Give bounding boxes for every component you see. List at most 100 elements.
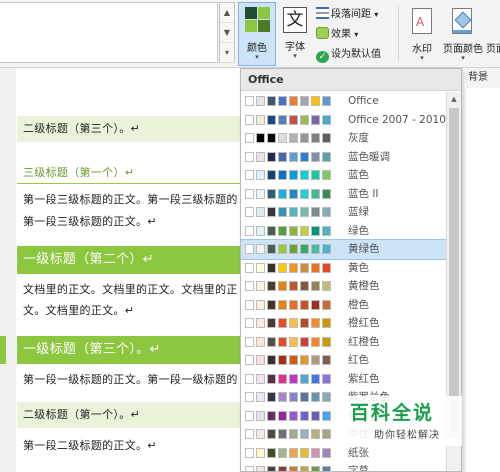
gallery-scroll-up[interactable]: ▲	[220, 3, 234, 23]
color-swatch	[267, 151, 276, 162]
color-swatch	[289, 281, 298, 291]
theme-color-item[interactable]: 黄橙色	[241, 277, 447, 296]
theme-color-item[interactable]: 字幕	[241, 462, 447, 471]
color-swatch	[278, 318, 287, 328]
color-swatch	[278, 188, 287, 199]
color-swatch	[289, 133, 298, 143]
color-swatch-strip	[245, 133, 331, 143]
theme-color-item[interactable]: 黄绿色	[241, 239, 448, 260]
color-swatch	[311, 225, 320, 236]
effects-button[interactable]: 效果 ▾	[316, 26, 358, 44]
color-swatch	[267, 392, 276, 402]
color-swatch	[322, 466, 331, 471]
color-swatch-strip	[245, 429, 331, 439]
theme-color-item[interactable]: 蓝色 II	[241, 185, 447, 204]
color-swatch	[311, 299, 320, 310]
color-swatch	[245, 262, 254, 273]
gallery-scroll-down[interactable]: ▼	[220, 23, 234, 43]
body-paragraph[interactable]: 第一段三级标题的正文。↵	[17, 212, 157, 232]
color-swatch	[322, 170, 331, 180]
watermark-subtitle: 助你轻松解决	[374, 430, 440, 441]
fonts-icon: 文	[283, 7, 307, 33]
set-default-button[interactable]: ✓ 设为默认值	[316, 46, 381, 64]
color-swatch	[256, 133, 265, 143]
heading-1-second[interactable]: 一级标题（第二个）↵	[17, 246, 247, 274]
color-swatch-strip	[245, 244, 331, 254]
color-swatch	[267, 373, 276, 384]
theme-color-item[interactable]: 蓝色	[241, 166, 447, 185]
body-paragraph[interactable]: 第一段一级标题的正文。第一段一级标题的	[17, 370, 238, 390]
color-swatch	[267, 96, 276, 106]
theme-color-item[interactable]: 绿色	[241, 222, 447, 241]
color-swatch	[289, 336, 298, 347]
color-swatch	[256, 466, 265, 471]
gallery-scrollbar[interactable]: ▲ ▼ ▾	[219, 2, 235, 63]
color-swatch	[245, 318, 254, 328]
theme-color-item[interactable]: Office 2007 - 2010	[241, 111, 447, 130]
color-swatch-strip	[245, 299, 331, 310]
paragraph-spacing-button[interactable]: 段落间距 ▾	[316, 6, 378, 24]
color-swatch	[267, 262, 276, 273]
theme-color-item[interactable]: 紫红色	[241, 370, 447, 389]
body-paragraph[interactable]: 文档里的正文。文档里的正文。文档里的正	[17, 280, 238, 300]
color-swatch	[289, 355, 298, 365]
theme-color-item[interactable]: 橙色	[241, 296, 447, 315]
color-swatch	[267, 466, 276, 471]
color-swatch-strip	[245, 392, 331, 402]
color-swatch	[256, 299, 265, 310]
color-swatch	[311, 355, 320, 365]
color-swatch	[245, 170, 254, 180]
color-swatch	[322, 373, 331, 384]
scroll-thumb[interactable]	[449, 108, 459, 438]
color-swatch	[289, 466, 298, 471]
color-swatch	[245, 244, 254, 254]
theme-color-item[interactable]: 红橙色	[241, 333, 447, 352]
color-swatch	[278, 207, 287, 217]
body-paragraph[interactable]: 文。文档里的正文。↵	[17, 301, 134, 321]
watermark-button[interactable]: A 水印 ▾	[404, 2, 440, 66]
theme-color-item[interactable]: 橙红色	[241, 314, 447, 333]
body-paragraph[interactable]: 第一段三级标题的正文。第一段三级标题的	[17, 190, 238, 210]
fonts-button[interactable]: 文 字体 ▾	[278, 2, 312, 66]
theme-color-item[interactable]: 红色	[241, 351, 447, 370]
color-swatch	[300, 170, 309, 180]
color-swatch	[289, 373, 298, 384]
color-swatch	[256, 170, 265, 180]
color-swatch	[311, 410, 320, 421]
theme-color-item[interactable]: 灰度	[241, 129, 447, 148]
color-swatch	[267, 207, 276, 217]
colors-button[interactable]: 颜色 ▾	[238, 2, 276, 66]
watermark-icon: A	[412, 8, 432, 34]
color-swatch	[311, 373, 320, 384]
colors-label: 颜色	[247, 43, 267, 54]
page-border-button[interactable]: 页面	[486, 2, 500, 66]
color-swatch-strip	[245, 207, 331, 217]
color-swatch	[256, 151, 265, 162]
page-border-label: 页面	[486, 44, 500, 55]
heading-3-first[interactable]: 三级标题（第一个）↵	[17, 162, 247, 184]
color-swatch	[289, 207, 298, 217]
color-swatch	[300, 410, 309, 421]
color-swatch	[300, 466, 309, 471]
theme-color-item[interactable]: 蓝色暖调	[241, 148, 447, 167]
color-swatch	[322, 114, 331, 125]
color-swatch	[256, 262, 265, 273]
gallery-more[interactable]: ▾	[220, 43, 234, 63]
color-swatch	[256, 447, 265, 458]
heading-2-first[interactable]: 二级标题（第一个）。↵	[17, 402, 247, 428]
heading-1-third[interactable]: 一级标题（第三个）。↵	[17, 336, 247, 364]
color-swatch	[289, 262, 298, 273]
theme-color-item[interactable]: 黄色	[241, 259, 447, 278]
color-swatch	[322, 447, 331, 458]
color-swatch	[311, 447, 320, 458]
heading-2-third[interactable]: 二级标题（第三个）。↵	[17, 116, 247, 142]
body-paragraph[interactable]: 第一段二级标题的正文。↵	[17, 436, 157, 456]
theme-color-item[interactable]: 纸张	[241, 444, 447, 463]
style-gallery[interactable]	[0, 2, 218, 63]
theme-color-item[interactable]: 蓝绿	[241, 203, 447, 222]
scroll-up-icon[interactable]: ▲	[447, 92, 461, 107]
color-swatch	[245, 392, 254, 402]
heading-marker	[0, 336, 6, 364]
theme-color-item[interactable]: Office	[241, 92, 447, 111]
page-color-button[interactable]: 页面颜色 ▾	[441, 2, 485, 66]
